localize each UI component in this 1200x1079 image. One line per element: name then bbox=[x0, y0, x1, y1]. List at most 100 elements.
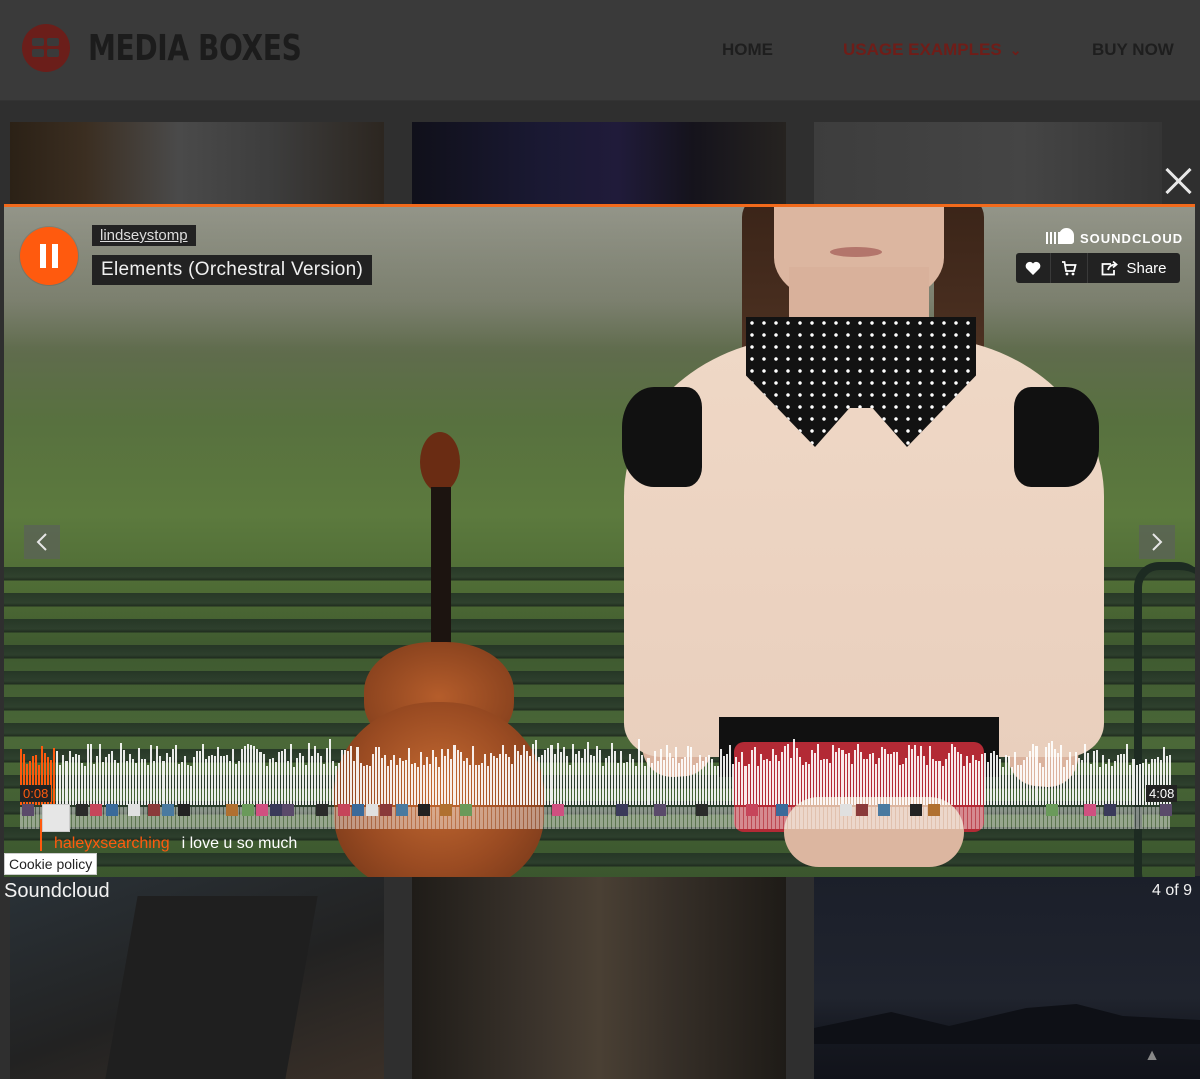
comment-avatar[interactable] bbox=[366, 804, 378, 816]
comment-avatar[interactable] bbox=[460, 804, 472, 816]
waveform-bar bbox=[683, 757, 686, 805]
gallery-tile[interactable] bbox=[412, 122, 786, 206]
waveform-bar bbox=[980, 754, 983, 805]
comment-avatar[interactable] bbox=[418, 804, 430, 816]
waveform-bar bbox=[1099, 767, 1102, 805]
comment-avatar[interactable] bbox=[746, 804, 758, 816]
waveform-bar bbox=[668, 753, 671, 805]
waveform-bar bbox=[1062, 767, 1065, 805]
comment-avatar[interactable] bbox=[316, 804, 328, 816]
waveform-bar bbox=[501, 745, 504, 805]
comment-avatar[interactable] bbox=[856, 804, 868, 816]
waveform-bar bbox=[523, 745, 526, 805]
comment-avatar[interactable] bbox=[616, 804, 628, 816]
waveform-bar bbox=[98, 744, 101, 805]
gallery-tile[interactable] bbox=[10, 876, 384, 1079]
waveform-bar bbox=[317, 753, 320, 805]
comment-avatars[interactable] bbox=[20, 804, 1172, 818]
gallery-tile[interactable] bbox=[412, 876, 786, 1079]
comment-avatar[interactable] bbox=[178, 804, 190, 816]
comment-avatar[interactable] bbox=[654, 804, 666, 816]
comment-avatar[interactable] bbox=[148, 804, 160, 816]
comment-user[interactable]: haleyxsearching bbox=[54, 835, 170, 852]
waveform-bar bbox=[786, 744, 789, 805]
waveform-bar bbox=[180, 762, 183, 805]
waveform-bar bbox=[389, 760, 392, 805]
waveform-bar bbox=[207, 756, 210, 805]
cookie-policy-button[interactable]: Cookie policy bbox=[4, 853, 98, 875]
waveform-bar bbox=[856, 744, 859, 805]
comment-avatar[interactable] bbox=[90, 804, 102, 816]
gallery-tile[interactable] bbox=[10, 122, 384, 206]
comment-avatar[interactable] bbox=[338, 804, 350, 816]
nav-home[interactable]: HOME bbox=[722, 40, 773, 60]
comment-avatar[interactable] bbox=[1160, 804, 1172, 816]
waveform-bar bbox=[959, 754, 962, 805]
scroll-top-icon[interactable]: ▲ bbox=[1144, 1047, 1160, 1065]
buy-button[interactable] bbox=[1051, 253, 1088, 283]
comment-avatar[interactable] bbox=[396, 804, 408, 816]
next-button[interactable] bbox=[1139, 525, 1175, 559]
waveform-bar bbox=[368, 766, 371, 805]
comment-avatar[interactable] bbox=[256, 804, 268, 816]
comment-avatar[interactable] bbox=[282, 804, 294, 816]
comment-avatar[interactable] bbox=[226, 804, 238, 816]
waveform-bar bbox=[717, 766, 720, 805]
waveform-bar bbox=[605, 758, 608, 805]
comment-avatar[interactable] bbox=[106, 804, 118, 816]
waveform-bar bbox=[459, 752, 462, 805]
brand-logo[interactable]: MEDIA BOXES bbox=[88, 28, 302, 69]
comment-avatar[interactable] bbox=[270, 804, 282, 816]
comment-avatar[interactable] bbox=[162, 804, 174, 816]
waveform-bar bbox=[847, 753, 850, 805]
artist-link[interactable]: lindseystomp bbox=[92, 225, 196, 246]
comment-avatar[interactable] bbox=[440, 804, 452, 816]
waveform-bar bbox=[774, 755, 777, 805]
comment-avatar[interactable] bbox=[242, 804, 254, 816]
comment-avatar[interactable] bbox=[380, 804, 392, 816]
nav-buy-now[interactable]: BUY NOW bbox=[1092, 40, 1174, 60]
comment-avatar[interactable] bbox=[552, 804, 564, 816]
waveform-bar bbox=[899, 765, 902, 805]
comment-avatar[interactable] bbox=[840, 804, 852, 816]
comment-avatar[interactable] bbox=[1084, 804, 1096, 816]
comment-avatar[interactable] bbox=[76, 804, 88, 816]
prev-button[interactable] bbox=[24, 525, 60, 559]
waveform-bar bbox=[783, 746, 786, 805]
comment-avatar[interactable] bbox=[352, 804, 364, 816]
menu-grid-icon[interactable] bbox=[22, 24, 70, 72]
waveform-bar bbox=[808, 764, 811, 805]
nav-usage-examples[interactable]: USAGE EXAMPLES ⌄ bbox=[843, 40, 1021, 60]
like-button[interactable] bbox=[1016, 253, 1051, 283]
waveform-bar bbox=[335, 766, 338, 805]
soundcloud-logo[interactable]: SOUNDCLOUD bbox=[1046, 228, 1183, 246]
track-title[interactable]: Elements (Orchestral Version) bbox=[92, 255, 373, 285]
waveform-bar bbox=[495, 758, 498, 805]
comment-avatar[interactable] bbox=[776, 804, 788, 816]
comment-avatar[interactable] bbox=[928, 804, 940, 816]
pause-button[interactable] bbox=[20, 227, 78, 285]
waveform-bar bbox=[965, 756, 968, 805]
comment-avatar[interactable] bbox=[22, 804, 34, 816]
close-icon[interactable] bbox=[1164, 166, 1194, 196]
share-button[interactable]: Share bbox=[1088, 253, 1180, 283]
waveform-bar bbox=[1093, 751, 1096, 805]
waveform-bar bbox=[447, 749, 450, 805]
waveform-bar bbox=[680, 759, 683, 805]
comment-avatar[interactable] bbox=[910, 804, 922, 816]
comment-avatar[interactable] bbox=[128, 804, 140, 816]
waveform[interactable] bbox=[20, 735, 1171, 805]
waveform-bar bbox=[723, 756, 726, 805]
comment-avatar[interactable] bbox=[1104, 804, 1116, 816]
waveform-bar bbox=[629, 754, 632, 805]
waveform-bar bbox=[1083, 744, 1086, 805]
comment-avatar[interactable] bbox=[1046, 804, 1058, 816]
gallery-tile[interactable] bbox=[814, 122, 1162, 206]
waveform-bar bbox=[535, 740, 538, 805]
waveform-bar bbox=[635, 766, 638, 805]
comment-avatar[interactable] bbox=[878, 804, 890, 816]
gallery-tile[interactable]: ▲ bbox=[814, 876, 1200, 1079]
waveform-bar bbox=[562, 747, 565, 805]
comment-avatar[interactable] bbox=[696, 804, 708, 816]
waveform-bar bbox=[986, 762, 989, 805]
